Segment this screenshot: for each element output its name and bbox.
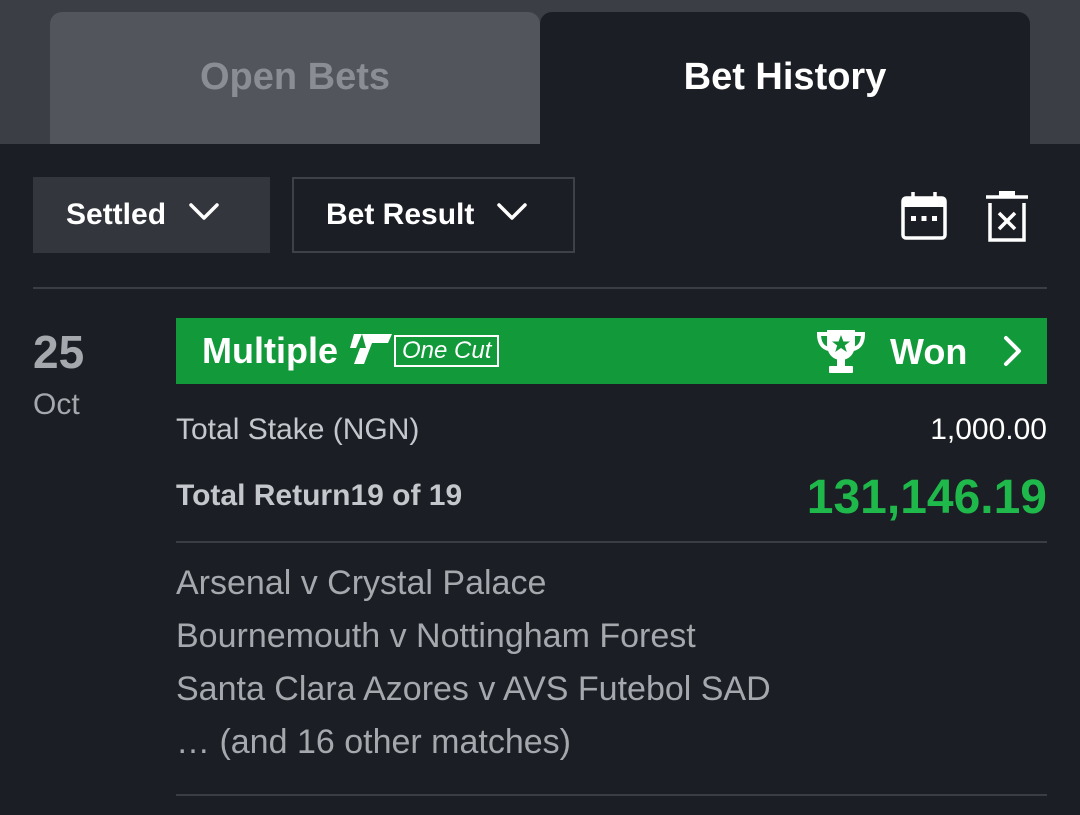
total-stake-label: Total Stake (NGN)	[176, 413, 420, 446]
total-stake-value: 1,000.00	[930, 413, 1047, 446]
settled-filter-label: Settled	[66, 198, 167, 231]
total-return-count: 19 of 19	[350, 479, 463, 512]
one-cut-badge: One Cut	[349, 333, 500, 369]
bet-result-filter-label: Bet Result	[326, 198, 475, 231]
bet-summary-header[interactable]: Multiple One Cut Won	[176, 318, 1047, 384]
one-cut-logo-icon	[349, 333, 392, 369]
total-return-label: Total Return19 of 19	[176, 479, 462, 513]
trophy-icon	[816, 327, 866, 380]
bet-divider	[176, 541, 1047, 543]
chevron-down-icon	[496, 196, 528, 230]
tab-bar: Open Bets Bet History	[0, 0, 1080, 144]
list-item: Arsenal v Crystal Palace	[176, 564, 547, 602]
settled-filter-dropdown[interactable]: Settled	[33, 177, 270, 253]
section-divider	[33, 287, 1047, 289]
bet-status-label: Won	[890, 331, 968, 372]
list-item: Bournemouth v Nottingham Forest	[176, 617, 696, 655]
bet-date-month: Oct	[33, 388, 80, 421]
clear-trash-icon[interactable]	[984, 190, 1030, 249]
bet-type-label: Multiple	[202, 330, 338, 371]
tab-open-bets[interactable]: Open Bets	[50, 12, 540, 144]
total-return-value: 131,146.19	[806, 471, 1047, 524]
calendar-icon[interactable]	[900, 190, 948, 247]
bet-date-day: 25	[33, 326, 85, 378]
chevron-down-icon	[188, 196, 220, 230]
total-return-text: Total Return	[176, 479, 351, 512]
bet-bottom-divider	[176, 794, 1047, 796]
match-list: Arsenal v Crystal Palace Bournemouth v N…	[176, 557, 771, 769]
list-item: … (and 16 other matches)	[176, 723, 571, 761]
one-cut-label: One Cut	[393, 335, 500, 367]
chevron-right-icon	[1002, 335, 1024, 372]
tab-bet-history[interactable]: Bet History	[540, 12, 1030, 144]
bet-result-filter-dropdown[interactable]: Bet Result	[292, 177, 575, 253]
list-item: Santa Clara Azores v AVS Futebol SAD	[176, 670, 771, 708]
